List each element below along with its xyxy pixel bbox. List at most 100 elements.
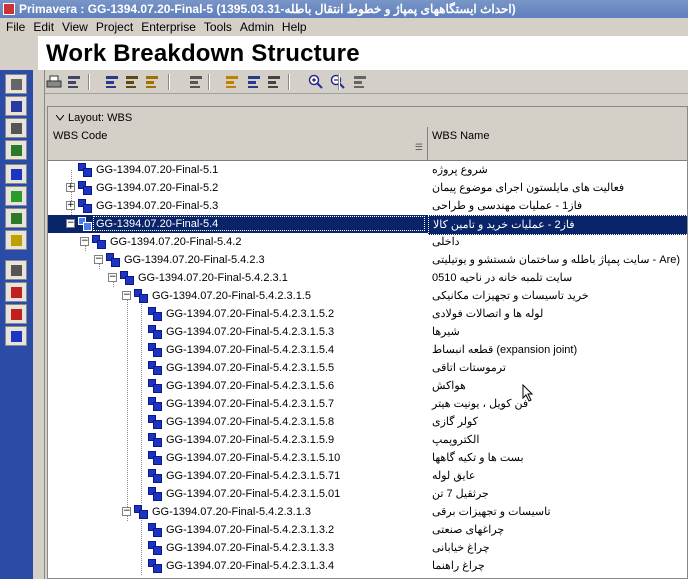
table-row[interactable]: GG-1394.07.20-Final-5.4.2.3.1.5.7 فن کویل… — [48, 395, 687, 413]
columns-icon[interactable] — [224, 74, 240, 90]
table-row[interactable]: GG-1394.07.20-Final-5.1 شروع پروژه — [48, 161, 687, 179]
expand-icon[interactable]: + — [66, 201, 75, 210]
column-header-wbs-name[interactable]: WBS Name — [428, 127, 687, 160]
collapse-icon[interactable]: − — [122, 291, 131, 300]
collapse-icon[interactable]: − — [122, 507, 131, 516]
zoom-in-icon[interactable] — [308, 74, 324, 90]
table-row[interactable]: GG-1394.07.20-Final-5.4.2.3.1.5.2 لوله ها… — [48, 305, 687, 323]
filter-icon[interactable] — [188, 74, 204, 90]
table-row[interactable]: GG-1394.07.20-Final-5.4.2.3.1.3.3 چراغ خی… — [48, 539, 687, 557]
table-row[interactable]: − GG-1394.07.20-Final-5.4.2 داخلی — [48, 233, 687, 251]
collapse-icon[interactable]: − — [108, 273, 117, 282]
risks-icon[interactable] — [5, 304, 27, 324]
left-frame — [33, 70, 45, 579]
wbs-node-icon — [120, 271, 134, 285]
table-row[interactable]: GG-1394.07.20-Final-5.4.2.3.1.5.10 بست ها… — [48, 449, 687, 467]
sort-icon[interactable]: ☰ — [415, 142, 423, 153]
wbs-name: لوله ها و اتصالات فولادی — [432, 308, 544, 320]
wbs-name-label: WBS Name — [432, 130, 490, 142]
documents-icon[interactable] — [5, 230, 27, 250]
group-icon[interactable] — [144, 74, 160, 90]
table-row[interactable]: − GG-1394.07.20-Final-5.4.2.3.1.3 تاسیسات … — [48, 503, 687, 521]
layout-bar[interactable]: Layout: WBS — [48, 107, 687, 129]
resources-icon[interactable] — [5, 96, 27, 116]
wbs-node-icon — [148, 541, 162, 555]
next-icon[interactable] — [5, 326, 27, 346]
wbs-node-icon — [148, 487, 162, 501]
collapse-icon[interactable]: − — [66, 219, 75, 228]
wbs-node-icon — [148, 415, 162, 429]
activities-icon[interactable] — [5, 186, 27, 206]
column-header-wbs-code[interactable]: WBS Code ☰ — [48, 127, 428, 160]
table-row[interactable]: GG-1394.07.20-Final-5.4.2.3.1.5.4 (expans… — [48, 341, 687, 359]
table-row[interactable]: − GG-1394.07.20-Final-5.4 فاز2 - عملیات خر… — [48, 215, 687, 235]
wbs-name: داخلی — [432, 236, 460, 248]
wbs-node-icon — [148, 307, 162, 321]
wbs-code: GG-1394.07.20-Final-5.4.2.3.1.3.4 — [166, 560, 335, 572]
issues-icon[interactable] — [5, 282, 27, 302]
collapse-icon[interactable]: − — [80, 237, 89, 246]
toolbar-separator — [288, 74, 290, 90]
wbs-code: GG-1394.07.20-Final-5.4.2.3.1.3.3 — [166, 542, 335, 554]
wbs-name: چراغ خیابانی — [432, 542, 490, 554]
expand-icon[interactable]: + — [66, 183, 75, 192]
tracking-icon[interactable] — [5, 140, 27, 160]
column-header: WBS Code ☰ WBS Name — [48, 127, 687, 161]
wbs-code: GG-1394.07.20-Final-5.4 — [96, 218, 219, 230]
table-row[interactable]: GG-1394.07.20-Final-5.4.2.3.1.5.3 شیرها — [48, 323, 687, 341]
toolbar-separator — [168, 74, 170, 90]
print-preview-icon[interactable] — [66, 74, 82, 90]
mouse-cursor-icon — [522, 384, 534, 402]
page-title: Work Breakdown Structure — [46, 40, 360, 67]
table-row[interactable]: GG-1394.07.20-Final-5.4.2.3.1.5.8 کولر گا… — [48, 413, 687, 431]
expenses-icon[interactable] — [5, 260, 27, 280]
projects-icon[interactable] — [5, 74, 27, 94]
wbs-name: شروع پروژه — [432, 164, 488, 176]
menu-help[interactable]: Help — [278, 18, 311, 36]
bars-icon[interactable] — [246, 74, 262, 90]
wbs-code: GG-1394.07.20-Final-5.4.2.3.1.5.71 — [166, 470, 341, 482]
wbs-code: GG-1394.07.20-Final-5.4.2.3.1.5.7 — [166, 398, 335, 410]
collapse-icon[interactable]: − — [94, 255, 103, 264]
table-row[interactable]: GG-1394.07.20-Final-5.4.2.3.1.3.4 چراغ را… — [48, 557, 687, 575]
wbs-name: چراغ راهنما — [432, 560, 485, 572]
menu-edit[interactable]: Edit — [29, 18, 58, 36]
menu-admin[interactable]: Admin — [236, 18, 278, 36]
layout-icon[interactable] — [124, 74, 140, 90]
table-row[interactable]: GG-1394.07.20-Final-5.4.2.3.1.5.5 ترموستا… — [48, 359, 687, 377]
wbs-node-icon — [148, 469, 162, 483]
print-icon[interactable] — [46, 74, 62, 90]
title-bar: Primavera : GG-1394.07.20-Final-5 (1395.… — [0, 0, 688, 18]
table-row[interactable]: − GG-1394.07.20-Final-5.4.2.3 (Are - سایت … — [48, 251, 687, 269]
wbs-rows: GG-1394.07.20-Final-5.1 شروع پروژه + GG-139… — [48, 161, 687, 578]
chevron-down-icon[interactable] — [55, 107, 65, 129]
wbs-node-icon — [134, 505, 148, 519]
wbs-code: GG-1394.07.20-Final-5.4.2.3.1.5.10 — [166, 452, 341, 464]
table-icon[interactable] — [266, 74, 282, 90]
table-row[interactable]: − GG-1394.07.20-Final-5.4.2.3.1.5 خرید تاس… — [48, 287, 687, 305]
reports-icon[interactable] — [5, 118, 27, 138]
settings-icon[interactable] — [352, 74, 368, 90]
wbs-node-icon — [78, 217, 92, 231]
wbs-node-icon — [148, 343, 162, 357]
table-row[interactable]: + GG-1394.07.20-Final-5.2 فعالیت های مایلس… — [48, 179, 687, 197]
wbs-code: GG-1394.07.20-Final-5.4.2.3.1.5.2 — [166, 308, 335, 320]
menu-file[interactable]: File — [0, 18, 29, 36]
assignments-icon[interactable] — [5, 208, 27, 228]
link-icon[interactable] — [104, 74, 120, 90]
table-row[interactable]: − GG-1394.07.20-Final-5.4.2.3.1 سایت تلمبه… — [48, 269, 687, 287]
wbs-code: GG-1394.07.20-Final-5.4.2.3.1.5 — [152, 290, 311, 302]
menu-tools[interactable]: Tools — [200, 18, 236, 36]
wbs-name: ترموستات اتاقی — [432, 362, 506, 374]
table-row[interactable]: GG-1394.07.20-Final-5.4.2.3.1.5.6 هواکش — [48, 377, 687, 395]
table-row[interactable]: GG-1394.07.20-Final-5.4.2.3.1.3.2 چراغهای… — [48, 521, 687, 539]
wbs-icon[interactable] — [5, 164, 27, 184]
table-row[interactable]: GG-1394.07.20-Final-5.4.2.3.1.5.01 جرثقیل… — [48, 485, 687, 503]
menu-project[interactable]: Project — [92, 18, 137, 36]
table-row[interactable]: + GG-1394.07.20-Final-5.3 فاز1 - عملیات مه… — [48, 197, 687, 215]
table-row[interactable]: GG-1394.07.20-Final-5.4.2.3.1.5.9 الکتروپ… — [48, 431, 687, 449]
menu-view[interactable]: View — [58, 18, 92, 36]
table-row[interactable]: GG-1394.07.20-Final-5.4.2.3.1.5.71 عایق ل… — [48, 467, 687, 485]
wbs-name: تاسیسات و تجهیزات برقی — [432, 506, 551, 518]
menu-enterprise[interactable]: Enterprise — [137, 18, 200, 36]
